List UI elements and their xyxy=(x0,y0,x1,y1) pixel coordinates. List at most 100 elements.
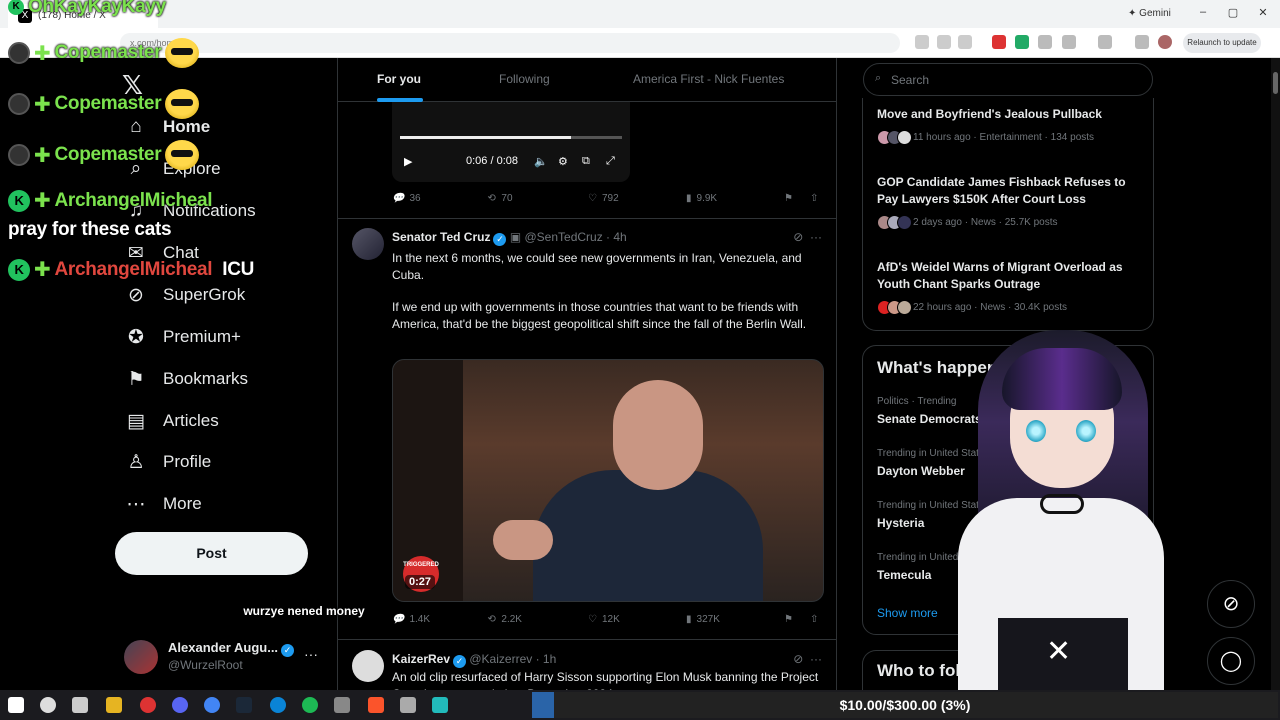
nav-supergrok[interactable]: ⊘ SuperGrok xyxy=(124,280,245,310)
pip-icon[interactable]: ⧉ xyxy=(582,155,590,168)
reply-button[interactable]: 💬 1.4K xyxy=(392,614,430,625)
scrollbar[interactable] xyxy=(1271,58,1280,690)
file-explorer-icon[interactable] xyxy=(106,697,122,713)
avatar[interactable] xyxy=(352,228,384,260)
chat-username: Copemaster xyxy=(54,144,162,165)
news-item-title[interactable]: AfD's Weidel Warns of Migrant Overload a… xyxy=(877,259,1147,292)
like-button[interactable]: ♡ 792 xyxy=(588,193,619,204)
tweet-menu: ⊘ ··· xyxy=(793,230,822,244)
extension-icon[interactable] xyxy=(992,35,1006,49)
avatar xyxy=(124,640,158,674)
tweet-time[interactable]: · 1h xyxy=(536,652,557,666)
repost-button[interactable]: ⟲ 70 xyxy=(488,193,513,204)
maximize-icon[interactable]: ▢ xyxy=(1225,6,1241,19)
post-button[interactable]: Post xyxy=(115,532,308,575)
news-item-title[interactable]: GOP Candidate James Fishback Refuses to … xyxy=(877,174,1147,207)
chat-header: K OhKayKayKayy xyxy=(8,0,166,18)
tweet-handle[interactable]: @SenTedCruz xyxy=(524,230,602,244)
account-switcher[interactable]: Alexander Augu... ✓ @WurzelRoot ··· xyxy=(124,638,324,678)
trend-item[interactable]: Temecula xyxy=(877,568,931,582)
nav-bookmarks[interactable]: ⚑ Bookmarks xyxy=(124,364,248,394)
nav-articles[interactable]: ▤ Articles xyxy=(124,406,219,436)
nav-more[interactable]: ⋯ More xyxy=(124,489,202,519)
share-icon[interactable]: ⇧ xyxy=(810,193,818,204)
show-more-link[interactable]: Show more xyxy=(877,606,938,620)
bookmark-icon[interactable]: ⚑ xyxy=(784,193,793,204)
chrome-icon[interactable] xyxy=(204,697,220,713)
verified-icon: ✓ xyxy=(453,655,467,668)
volume-icon[interactable]: 🔈 xyxy=(534,155,548,168)
tweet-author[interactable]: Senator Ted Cruz xyxy=(392,230,490,244)
app-icon[interactable] xyxy=(432,697,448,713)
spotify-icon[interactable] xyxy=(302,697,318,713)
repost-button[interactable]: ⟲ 2.2K xyxy=(488,614,522,625)
avatar[interactable] xyxy=(352,650,384,682)
more-icon[interactable]: ··· xyxy=(810,230,822,244)
edge-icon[interactable] xyxy=(270,697,286,713)
like-button[interactable]: ♡ 12K xyxy=(588,614,620,625)
avatar[interactable] xyxy=(1158,35,1172,49)
home-timeline: For you Following America First - Nick F… xyxy=(337,58,837,690)
chat-username: OhKayKayKayy xyxy=(28,0,166,17)
nav-profile[interactable]: ♙ Profile xyxy=(124,447,211,477)
play-icon[interactable]: ▶ xyxy=(404,155,412,168)
extensions-puzzle-icon[interactable] xyxy=(1062,35,1076,49)
video-scrubber[interactable] xyxy=(400,136,622,139)
kick-icon: K xyxy=(8,189,30,212)
gemini-button[interactable]: ✦ Gemini xyxy=(1128,8,1171,19)
tweet-author[interactable]: KaizerRev xyxy=(392,652,450,666)
task-view-icon[interactable] xyxy=(72,697,88,713)
fullscreen-icon[interactable]: ⤢ xyxy=(606,155,615,168)
tweet-video[interactable]: TRIGGERED 0:27 xyxy=(392,359,824,602)
brave-icon[interactable] xyxy=(368,697,384,713)
close-icon[interactable]: ✕ xyxy=(1255,6,1271,19)
news-item-title[interactable]: Move and Boyfriend's Jealous Pullback xyxy=(877,106,1147,123)
views-button[interactable]: ▮ 327K xyxy=(686,614,720,625)
app-icon[interactable] xyxy=(334,697,350,713)
tweet-handle[interactable]: @Kaizerrev xyxy=(469,652,532,666)
tab-list[interactable]: America First - Nick Fuentes xyxy=(633,72,784,86)
news-panel: Move and Boyfriend's Jealous Pullback 11… xyxy=(862,98,1154,331)
media-icon[interactable] xyxy=(1135,35,1149,49)
bookmark-icon[interactable]: ⚑ xyxy=(784,614,793,625)
chat-message: K ✚ ArchangelMicheal ICU xyxy=(8,257,254,282)
verified-icon: ✓ xyxy=(493,233,507,246)
extension-icon[interactable] xyxy=(1015,35,1029,49)
steam-icon[interactable] xyxy=(236,697,252,713)
windows-start-icon[interactable] xyxy=(8,697,24,713)
more-icon[interactable]: ··· xyxy=(810,652,822,666)
nav-premium[interactable]: ✪ Premium+ xyxy=(124,322,241,352)
minimize-icon[interactable]: – xyxy=(1195,6,1211,18)
video-player[interactable]: ▶ 0:06 / 0:08 🔈 ⚙ ⧉ ⤢ xyxy=(392,102,630,182)
zoom-icon[interactable] xyxy=(937,35,951,49)
more-icon[interactable]: ··· xyxy=(304,646,318,662)
tab-for-you[interactable]: For you xyxy=(377,72,421,86)
grok-icon[interactable]: ⊘ xyxy=(793,652,803,666)
account-name: Alexander Augu... ✓ xyxy=(168,640,295,657)
app-icon[interactable] xyxy=(400,697,416,713)
search-icon[interactable] xyxy=(40,697,56,713)
heart-icon: ♡ xyxy=(588,614,597,625)
trend-item[interactable]: Hysteria xyxy=(877,516,924,530)
messages-fab-icon[interactable]: ◯ xyxy=(1207,637,1255,685)
grok-fab-icon[interactable]: ⊘ xyxy=(1207,580,1255,628)
install-icon[interactable] xyxy=(915,35,929,49)
scrollbar-thumb[interactable] xyxy=(1273,72,1278,94)
reply-button[interactable]: 💬 36 xyxy=(392,193,421,204)
grok-icon[interactable]: ⊘ xyxy=(793,230,803,244)
views-button[interactable]: ▮ 9.9K xyxy=(686,193,717,204)
relaunch-button[interactable]: Relaunch to update xyxy=(1183,33,1261,53)
star-icon[interactable] xyxy=(958,35,972,49)
share-icon[interactable]: ⇧ xyxy=(810,614,818,625)
tweet-time[interactable]: · 4h xyxy=(606,230,627,244)
sidepanel-icon[interactable] xyxy=(1098,35,1112,49)
trend-item[interactable]: Dayton Webber xyxy=(877,464,965,478)
url-field[interactable]: x.com/home xyxy=(120,33,900,53)
settings-icon[interactable]: ⚙ xyxy=(558,155,568,168)
active-tab-indicator xyxy=(377,98,423,102)
tab-following[interactable]: Following xyxy=(499,72,550,86)
app-icon[interactable] xyxy=(140,697,156,713)
extension-icon[interactable] xyxy=(1038,35,1052,49)
discord-icon[interactable] xyxy=(172,697,188,713)
search-input[interactable]: ⌕ Search xyxy=(863,63,1153,96)
